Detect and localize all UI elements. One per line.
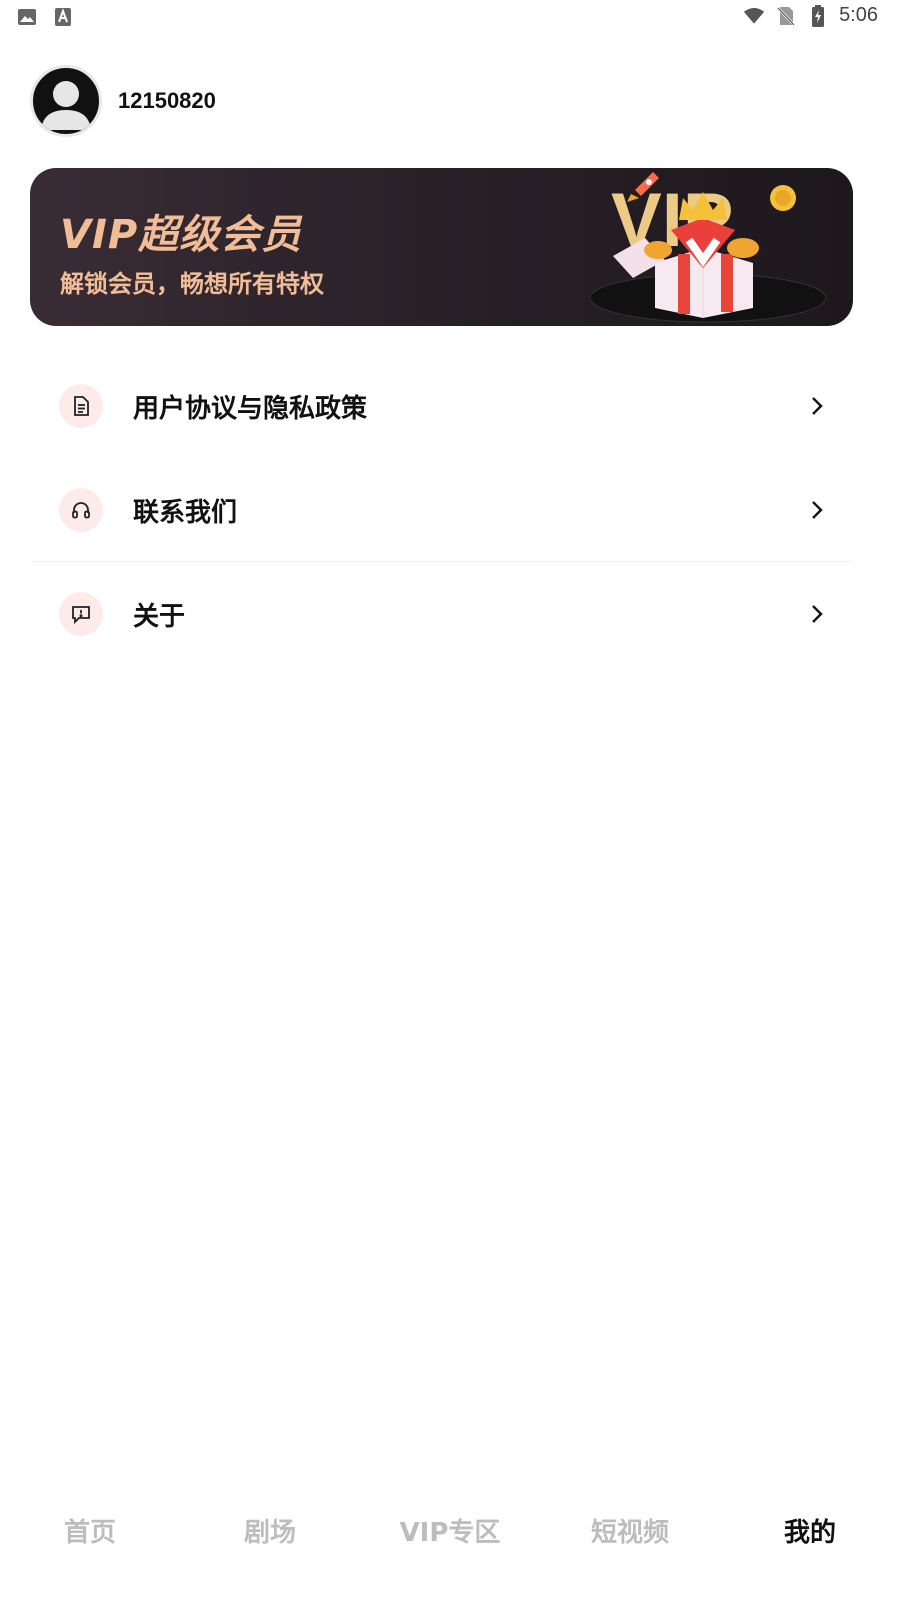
menu-item-contact[interactable]: 联系我们 — [30, 458, 853, 562]
nav-home[interactable]: 首页 — [0, 1500, 180, 1560]
status-time: 5:06 — [839, 4, 878, 26]
chevron-right-icon — [812, 501, 823, 519]
user-id: 12150820 — [118, 88, 216, 113]
vip-gift-box-icon: VIP — [589, 172, 827, 323]
nav-mine[interactable]: 我的 — [720, 1500, 900, 1560]
image-icon — [16, 6, 38, 28]
menu-item-about[interactable]: 关于 — [30, 562, 853, 666]
profile-page: 5:06 12150820 VIP超级会员 解锁会员，畅想所有特权 VIP 用户… — [0, 0, 900, 1600]
bottom-nav: 首页 剧场 VIP专区 短视频 我的 — [0, 1500, 900, 1560]
document-icon — [59, 384, 103, 428]
chevron-right-icon — [812, 397, 823, 415]
no-sim-icon — [775, 5, 797, 27]
menu-item-label: 用户协议与隐私政策 — [133, 393, 368, 424]
vip-subtitle: 解锁会员，畅想所有特权 — [60, 270, 324, 298]
message-alert-icon — [59, 592, 103, 636]
nav-vip-zone[interactable]: VIP专区 — [360, 1500, 540, 1560]
profile-header[interactable]: 12150820 — [30, 64, 216, 138]
nav-short-video[interactable]: 短视频 — [540, 1500, 720, 1560]
headset-icon — [59, 488, 103, 532]
text-a-icon — [52, 6, 74, 28]
menu-item-label: 联系我们 — [133, 497, 238, 528]
vip-banner[interactable]: VIP超级会员 解锁会员，畅想所有特权 VIP — [30, 168, 853, 326]
vip-title: VIP超级会员 — [60, 212, 303, 258]
menu-item-agreement[interactable]: 用户协议与隐私政策 — [30, 354, 853, 458]
nav-theater[interactable]: 剧场 — [180, 1500, 360, 1560]
menu-item-label: 关于 — [133, 601, 186, 632]
chevron-right-icon — [812, 605, 823, 623]
wifi-icon — [743, 5, 765, 27]
settings-menu: 用户协议与隐私政策 联系我们 关于 — [30, 354, 853, 666]
user-avatar-icon[interactable] — [30, 65, 102, 137]
status-bar: 5:06 — [0, 0, 900, 36]
battery-charging-icon — [807, 4, 829, 27]
